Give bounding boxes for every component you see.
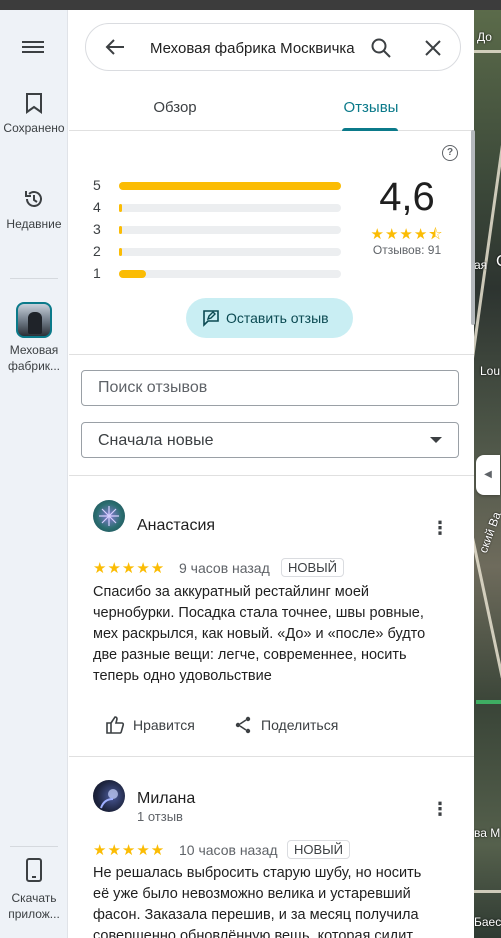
rating-bar-label: 4 xyxy=(93,199,101,215)
share-label: Поделиться xyxy=(261,717,339,733)
more-options-icon[interactable]: ⋮ xyxy=(431,799,449,819)
search-icon[interactable] xyxy=(370,37,392,59)
rating-bar-label: 3 xyxy=(93,221,101,237)
tab-overview[interactable]: Обзор xyxy=(127,85,223,131)
thumb-up-icon xyxy=(106,716,125,734)
rating-bar-track xyxy=(119,226,341,234)
review-stars: ★★★★★ xyxy=(93,560,166,577)
map-label: ва М xyxy=(474,826,501,840)
collapse-panel-button[interactable]: ◀ xyxy=(476,455,500,495)
rating-bar-fill xyxy=(119,204,123,212)
rating-bar-track xyxy=(119,182,341,190)
rail-recent[interactable]: Недавние xyxy=(0,188,68,232)
rating-bar-fill xyxy=(119,182,341,190)
left-rail: Сохранено Недавние Меховая фабрик... Ска… xyxy=(0,10,68,938)
reviewer-avatar[interactable] xyxy=(93,500,125,532)
rail-place[interactable]: Меховая фабрик... xyxy=(0,302,68,374)
review-count[interactable]: Отзывов: 91 xyxy=(362,243,452,257)
review-text: Спасибо за аккуратный рестайлинг моей че… xyxy=(93,584,426,684)
rail-saved[interactable]: Сохранено xyxy=(0,92,68,136)
review-search-field[interactable] xyxy=(81,370,459,406)
review-card: Анастасия ⋮ ★★★★★ 9 часов назад НОВЫЙ Сп… xyxy=(69,476,474,756)
like-button[interactable]: Нравится xyxy=(105,707,215,743)
sort-value: Сначала новые xyxy=(98,432,214,449)
review-stars: ★★★★★ xyxy=(93,842,166,859)
place-thumbnail xyxy=(16,302,52,338)
rail-saved-label: Сохранено xyxy=(3,121,65,135)
close-icon[interactable] xyxy=(422,37,444,59)
review-text: Не решалась выбросить старую шубу, но но… xyxy=(93,865,422,938)
rating-bar-track xyxy=(119,270,341,278)
rail-download-label: Скачать прилож... xyxy=(8,891,60,921)
rail-download[interactable]: Скачать прилож... xyxy=(0,858,68,922)
map-label: До xyxy=(477,30,492,44)
avatar-pattern-icon xyxy=(99,506,119,526)
reviewer-name[interactable]: Анастасия xyxy=(137,517,215,535)
rating-bar-fill xyxy=(119,248,123,256)
phone-icon xyxy=(26,858,42,882)
help-icon[interactable]: ? xyxy=(442,145,458,161)
rating-bar-track xyxy=(119,204,341,212)
divider xyxy=(69,354,474,355)
map-label: Баесо xyxy=(474,915,501,929)
reviewer-meta[interactable]: 1 отзыв xyxy=(137,809,183,824)
review-time: 9 часов назад xyxy=(179,560,270,576)
rating-bar-label: 2 xyxy=(93,243,101,259)
like-label: Нравится xyxy=(133,717,195,733)
rating-bar-track xyxy=(119,248,341,256)
map-label: ский Ва xyxy=(476,509,501,555)
bookmark-icon xyxy=(26,93,42,114)
rating-bar-label: 1 xyxy=(93,265,101,281)
history-icon xyxy=(25,191,42,207)
new-badge: НОВЫЙ xyxy=(281,558,345,577)
share-icon xyxy=(235,716,251,734)
rate-review-icon xyxy=(203,310,219,327)
avatar-pattern-icon xyxy=(100,789,118,809)
rail-recent-label: Недавние xyxy=(6,217,62,231)
search-input[interactable] xyxy=(150,39,356,57)
write-review-label: Оставить отзыв xyxy=(226,310,329,326)
more-options-icon[interactable]: ⋮ xyxy=(431,518,449,538)
place-panel: Обзор Отзывы ? 5 4 3 2 1 4,6 ★★★★⯪ Отзыв… xyxy=(69,10,474,938)
sort-dropdown[interactable]: Сначала новые xyxy=(81,422,459,458)
map-label: С xyxy=(496,253,501,271)
share-button[interactable]: Поделиться xyxy=(233,707,353,743)
menu-icon[interactable] xyxy=(22,38,44,56)
rating-bar-fill xyxy=(119,270,146,278)
new-badge: НОВЫЙ xyxy=(287,840,351,859)
window-top-bar xyxy=(0,0,501,10)
active-tab-indicator xyxy=(342,128,398,131)
rating-bar-fill xyxy=(119,226,123,234)
panel-scrollbar[interactable] xyxy=(471,130,475,325)
average-rating: 4,6 xyxy=(379,175,435,219)
tab-reviews[interactable]: Отзывы xyxy=(323,85,419,131)
tab-bar: Обзор Отзывы xyxy=(69,85,474,131)
rail-divider xyxy=(10,846,58,847)
write-review-button[interactable]: Оставить отзыв xyxy=(186,298,353,338)
rail-place-label: Меховая фабрик... xyxy=(7,343,61,373)
review-time: 10 часов назад xyxy=(179,842,278,858)
search-box[interactable] xyxy=(85,23,461,71)
rating-bar-label: 5 xyxy=(93,177,101,193)
dropdown-arrow-icon xyxy=(430,437,442,443)
review-search-input[interactable] xyxy=(98,379,438,397)
back-arrow-icon[interactable] xyxy=(104,36,126,58)
map-label: ая xyxy=(474,258,488,272)
reviewer-name[interactable]: Милана xyxy=(137,790,195,808)
map-label: Lou xyxy=(480,364,501,378)
review-card: Милана 1 отзыв ⋮ ★★★★★ 10 часов назад НО… xyxy=(69,757,474,938)
rail-divider xyxy=(10,278,58,279)
reviewer-avatar[interactable] xyxy=(93,780,125,812)
